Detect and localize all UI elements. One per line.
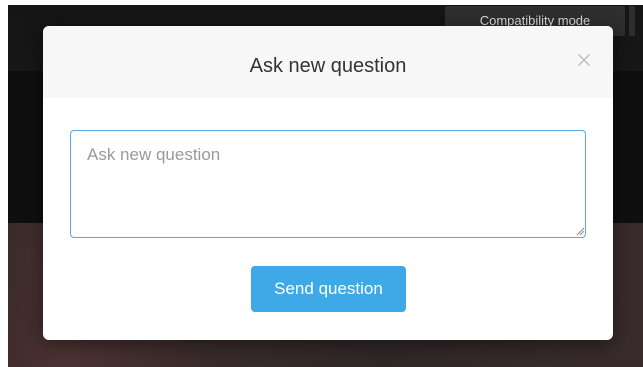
resize-handle-icon[interactable] [575,226,585,236]
toolbar-edge-button[interactable] [629,6,635,36]
modal-title: Ask new question [249,55,407,77]
question-input[interactable] [70,130,586,238]
ask-question-modal: Ask new question Send question [43,26,613,340]
send-question-button[interactable]: Send question [251,266,406,312]
close-icon[interactable] [574,50,594,70]
screen: Compatibility mode Ask new question Send… [0,0,643,367]
